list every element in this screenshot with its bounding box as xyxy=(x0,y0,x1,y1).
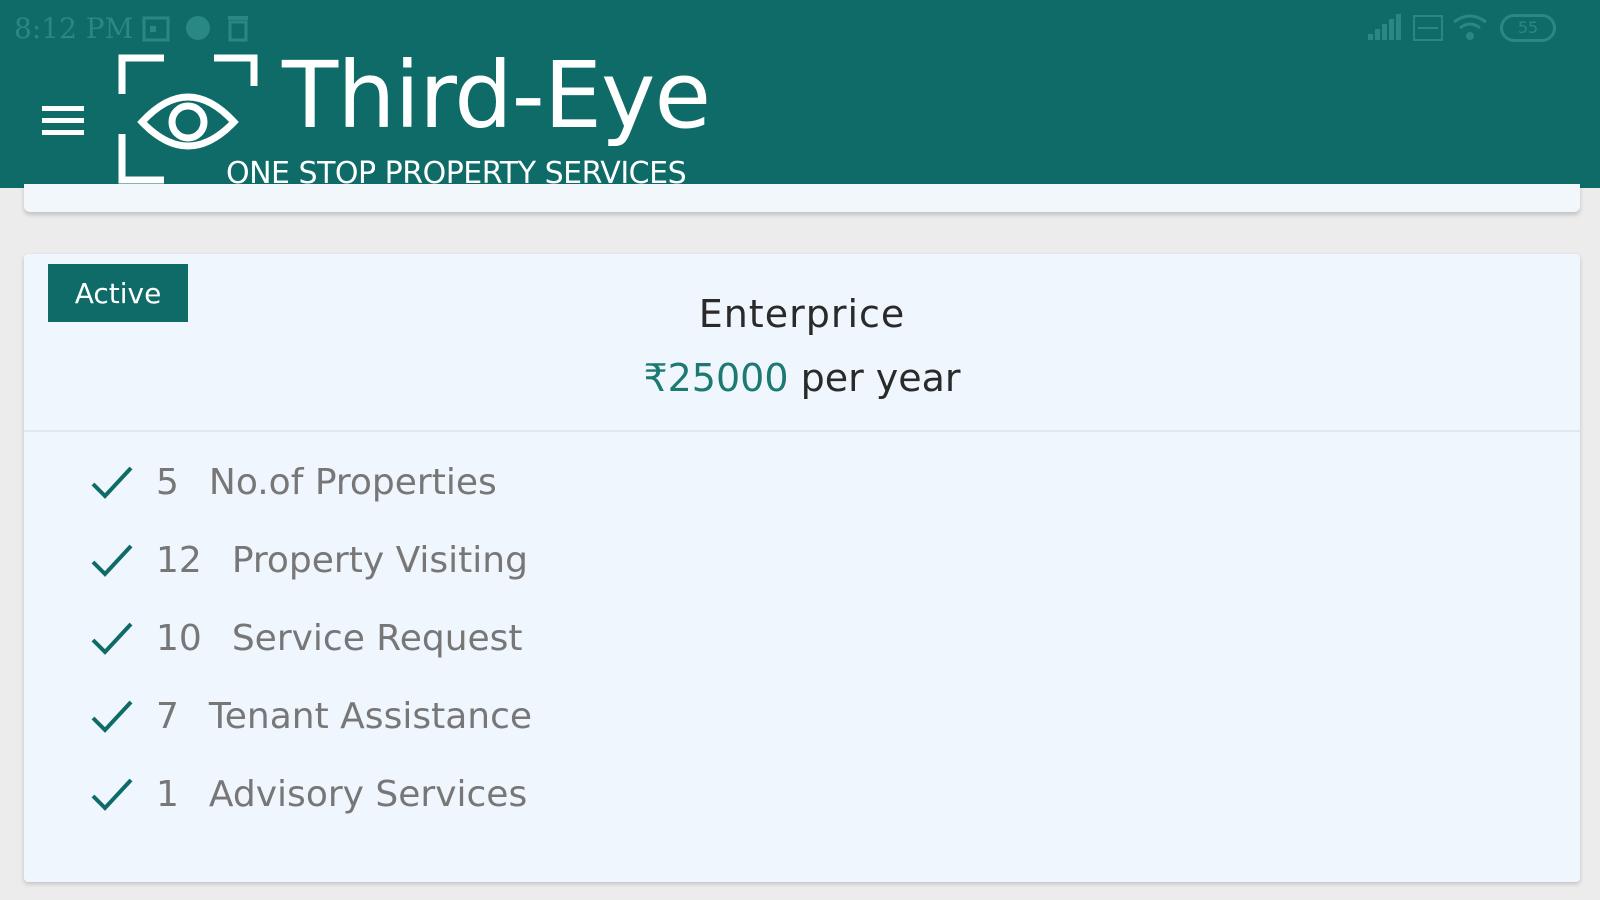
signal-icon xyxy=(1368,14,1401,40)
feature-item: 5 No.of Properties xyxy=(90,452,497,512)
plan-price: ₹25000 per year xyxy=(24,356,1580,400)
feature-label: Advisory Services xyxy=(208,773,528,815)
whatsapp-icon xyxy=(186,16,210,40)
logo-title: Third-Eye xyxy=(282,42,711,149)
feature-count: 5 xyxy=(156,461,179,503)
battery-level: 55 xyxy=(1517,18,1539,37)
volte-icon xyxy=(1413,15,1443,41)
trash-icon xyxy=(228,16,248,42)
feature-label: No.of Properties xyxy=(208,461,497,503)
plan-card[interactable]: Active Enterprice ₹25000 per year 5 No.o… xyxy=(24,254,1580,882)
feature-count: 1 xyxy=(156,773,179,815)
status-bar: 8:12 PM 55 xyxy=(0,0,1600,58)
checkmark-icon xyxy=(91,622,133,655)
feature-count: 12 xyxy=(156,539,202,581)
feature-label: Tenant Assistance xyxy=(208,695,533,737)
checkmark-icon xyxy=(91,778,133,811)
status-time: 8:12 PM xyxy=(14,12,134,45)
previous-plan-card[interactable] xyxy=(24,184,1580,212)
hamburger-menu-icon[interactable] xyxy=(38,102,90,142)
feature-count: 7 xyxy=(156,695,179,737)
checkmark-icon xyxy=(91,544,133,577)
price-amount: ₹25000 xyxy=(643,356,789,400)
feature-label: Service Request xyxy=(231,617,523,659)
battery-icon: 55 xyxy=(1500,14,1556,42)
plan-name: Enterprice xyxy=(698,292,906,336)
feature-item: 12 Property Visiting xyxy=(90,530,528,590)
price-period: per year xyxy=(788,356,961,400)
feature-count: 10 xyxy=(156,617,202,659)
feature-item: 1 Advisory Services xyxy=(90,764,527,824)
feature-item: 7 Tenant Assistance xyxy=(90,686,532,746)
app-bar: 8:12 PM 55 Third-Eye ONE STOP PROPERTY S… xyxy=(0,0,1600,191)
feature-item: 10 Service Request xyxy=(90,608,523,668)
checkmark-icon xyxy=(91,700,133,733)
feature-label: Property Visiting xyxy=(231,539,528,581)
wifi-icon xyxy=(1453,14,1487,40)
calendar-icon xyxy=(142,16,170,42)
divider xyxy=(24,430,1580,432)
checkmark-icon xyxy=(91,466,133,499)
